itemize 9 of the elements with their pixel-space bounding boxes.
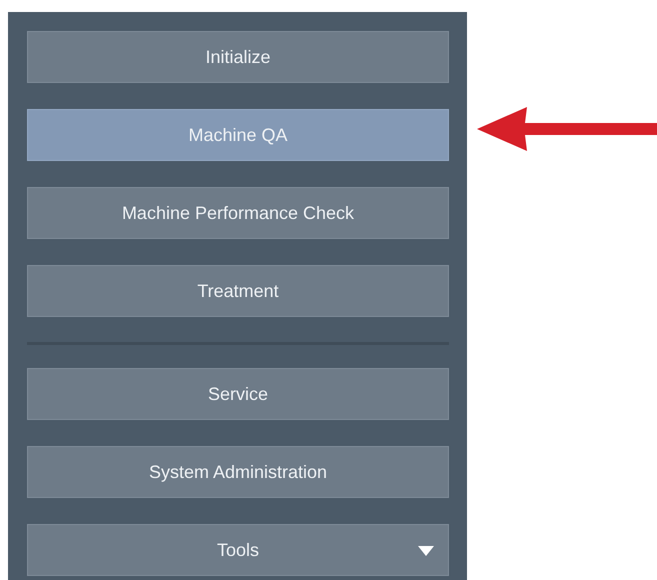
menu-button[interactable]: Machine QA — [27, 109, 449, 161]
menu-button[interactable]: Service — [27, 368, 449, 420]
menu-button[interactable]: Treatment — [27, 265, 449, 317]
menu-button[interactable]: Machine Performance Check — [27, 187, 449, 239]
caret-icon — [418, 546, 434, 556]
menu-button[interactable]: System Administration — [27, 446, 449, 498]
menu-button[interactable]: Initialize — [27, 31, 449, 83]
menu-button[interactable]: Tools — [27, 524, 449, 576]
arrow-icon — [477, 105, 657, 153]
